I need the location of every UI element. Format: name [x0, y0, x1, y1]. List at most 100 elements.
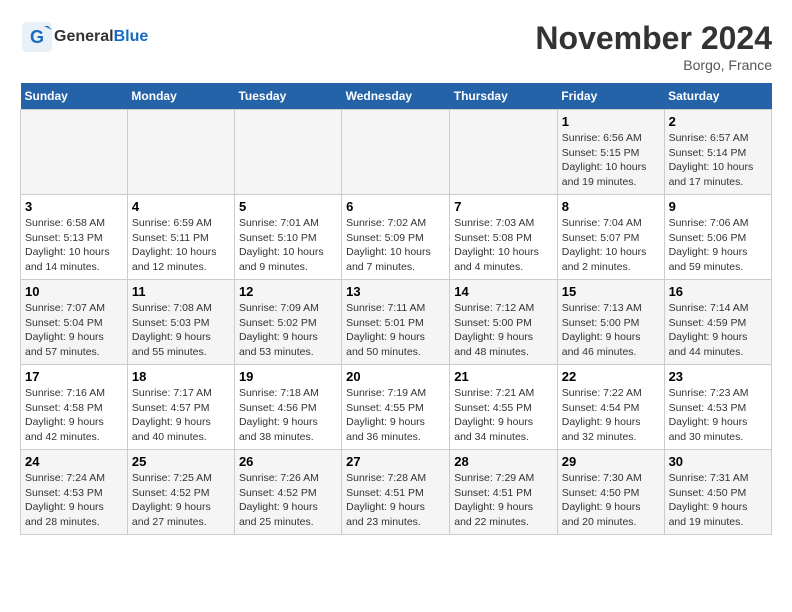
- header-row: SundayMondayTuesdayWednesdayThursdayFrid…: [21, 83, 772, 110]
- day-number: 1: [562, 114, 660, 129]
- calendar-cell: 30 Sunrise: 7:31 AM Sunset: 4:50 PM Dayli…: [664, 450, 771, 535]
- calendar-table: SundayMondayTuesdayWednesdayThursdayFrid…: [20, 83, 772, 535]
- calendar-cell: 12 Sunrise: 7:09 AM Sunset: 5:02 PM Dayli…: [234, 280, 341, 365]
- day-info: Sunrise: 7:24 AM Sunset: 4:53 PM Dayligh…: [25, 471, 123, 530]
- calendar-cell: 6Sunrise: 7:02 AM Sunset: 5:09 PM Daylig…: [342, 195, 450, 280]
- calendar-cell: 29 Sunrise: 7:30 AM Sunset: 4:50 PM Dayli…: [557, 450, 664, 535]
- calendar-cell: 9Sunrise: 7:06 AM Sunset: 5:06 PM Daylig…: [664, 195, 771, 280]
- day-info: Sunrise: 6:56 AM Sunset: 5:15 PM Dayligh…: [562, 131, 660, 190]
- calendar-cell: 2 Sunrise: 6:57 AM Sunset: 5:14 PM Daylig…: [664, 110, 771, 195]
- calendar-week-row: 10Sunrise: 7:07 AM Sunset: 5:04 PM Dayli…: [21, 280, 772, 365]
- calendar-week-row: 3 Sunrise: 6:58 AM Sunset: 5:13 PM Daylig…: [21, 195, 772, 280]
- calendar-cell: 8 Sunrise: 7:04 AM Sunset: 5:07 PM Daylig…: [557, 195, 664, 280]
- day-info: Sunrise: 7:31 AM Sunset: 4:50 PM Dayligh…: [669, 471, 767, 530]
- day-number: 11: [132, 284, 230, 299]
- calendar-cell: 26 Sunrise: 7:26 AM Sunset: 4:52 PM Dayli…: [234, 450, 341, 535]
- calendar-cell: 27 Sunrise: 7:28 AM Sunset: 4:51 PM Dayli…: [342, 450, 450, 535]
- day-number: 23: [669, 369, 767, 384]
- calendar-cell: 28 Sunrise: 7:29 AM Sunset: 4:51 PM Dayli…: [450, 450, 557, 535]
- day-number: 17: [25, 369, 123, 384]
- calendar-cell: 11Sunrise: 7:08 AM Sunset: 5:03 PM Dayli…: [127, 280, 234, 365]
- day-info: Sunrise: 7:18 AM Sunset: 4:56 PM Dayligh…: [239, 386, 337, 445]
- day-info: Sunrise: 7:06 AM Sunset: 5:06 PM Dayligh…: [669, 216, 767, 275]
- month-title: November 2024: [535, 20, 772, 57]
- day-number: 19: [239, 369, 337, 384]
- day-info: Sunrise: 6:58 AM Sunset: 5:13 PM Dayligh…: [25, 216, 123, 275]
- day-number: 16: [669, 284, 767, 299]
- day-info: Sunrise: 7:25 AM Sunset: 4:52 PM Dayligh…: [132, 471, 230, 530]
- header-day: Friday: [557, 83, 664, 110]
- day-info: Sunrise: 7:16 AM Sunset: 4:58 PM Dayligh…: [25, 386, 123, 445]
- calendar-cell: [450, 110, 557, 195]
- day-number: 30: [669, 454, 767, 469]
- day-number: 8: [562, 199, 660, 214]
- day-number: 14: [454, 284, 552, 299]
- day-info: Sunrise: 7:12 AM Sunset: 5:00 PM Dayligh…: [454, 301, 552, 360]
- page-header: G GeneralBlue November 2024 Borgo, Franc…: [20, 20, 772, 73]
- calendar-cell: 17 Sunrise: 7:16 AM Sunset: 4:58 PM Dayli…: [21, 365, 128, 450]
- day-number: 10: [25, 284, 123, 299]
- calendar-cell: 10Sunrise: 7:07 AM Sunset: 5:04 PM Dayli…: [21, 280, 128, 365]
- day-info: Sunrise: 7:30 AM Sunset: 4:50 PM Dayligh…: [562, 471, 660, 530]
- day-number: 2: [669, 114, 767, 129]
- calendar-cell: [234, 110, 341, 195]
- day-number: 7: [454, 199, 552, 214]
- calendar-cell: 16Sunrise: 7:14 AM Sunset: 4:59 PM Dayli…: [664, 280, 771, 365]
- day-info: Sunrise: 6:57 AM Sunset: 5:14 PM Dayligh…: [669, 131, 767, 190]
- day-info: Sunrise: 7:09 AM Sunset: 5:02 PM Dayligh…: [239, 301, 337, 360]
- svg-text:G: G: [30, 27, 44, 47]
- day-info: Sunrise: 7:23 AM Sunset: 4:53 PM Dayligh…: [669, 386, 767, 445]
- day-number: 22: [562, 369, 660, 384]
- location: Borgo, France: [535, 57, 772, 73]
- calendar-week-row: 24 Sunrise: 7:24 AM Sunset: 4:53 PM Dayli…: [21, 450, 772, 535]
- day-number: 28: [454, 454, 552, 469]
- day-info: Sunrise: 7:03 AM Sunset: 5:08 PM Dayligh…: [454, 216, 552, 275]
- calendar-cell: 22 Sunrise: 7:22 AM Sunset: 4:54 PM Dayli…: [557, 365, 664, 450]
- day-number: 29: [562, 454, 660, 469]
- day-info: Sunrise: 7:13 AM Sunset: 5:00 PM Dayligh…: [562, 301, 660, 360]
- day-number: 21: [454, 369, 552, 384]
- day-info: Sunrise: 7:01 AM Sunset: 5:10 PM Dayligh…: [239, 216, 337, 275]
- day-info: Sunrise: 7:19 AM Sunset: 4:55 PM Dayligh…: [346, 386, 445, 445]
- calendar-cell: 19 Sunrise: 7:18 AM Sunset: 4:56 PM Dayli…: [234, 365, 341, 450]
- calendar-cell: 23 Sunrise: 7:23 AM Sunset: 4:53 PM Dayli…: [664, 365, 771, 450]
- logo-icon: G: [20, 20, 54, 54]
- day-number: 24: [25, 454, 123, 469]
- day-number: 26: [239, 454, 337, 469]
- header-day: Saturday: [664, 83, 771, 110]
- calendar-cell: 4Sunrise: 6:59 AM Sunset: 5:11 PM Daylig…: [127, 195, 234, 280]
- calendar-cell: 14 Sunrise: 7:12 AM Sunset: 5:00 PM Dayli…: [450, 280, 557, 365]
- day-number: 27: [346, 454, 445, 469]
- calendar-cell: 13Sunrise: 7:11 AM Sunset: 5:01 PM Dayli…: [342, 280, 450, 365]
- day-info: Sunrise: 7:26 AM Sunset: 4:52 PM Dayligh…: [239, 471, 337, 530]
- header-day: Sunday: [21, 83, 128, 110]
- header-day: Wednesday: [342, 83, 450, 110]
- day-info: Sunrise: 7:28 AM Sunset: 4:51 PM Dayligh…: [346, 471, 445, 530]
- calendar-cell: 7 Sunrise: 7:03 AM Sunset: 5:08 PM Daylig…: [450, 195, 557, 280]
- header-day: Monday: [127, 83, 234, 110]
- calendar-cell: 18 Sunrise: 7:17 AM Sunset: 4:57 PM Dayli…: [127, 365, 234, 450]
- day-info: Sunrise: 7:29 AM Sunset: 4:51 PM Dayligh…: [454, 471, 552, 530]
- day-number: 4: [132, 199, 230, 214]
- day-number: 5: [239, 199, 337, 214]
- day-info: Sunrise: 7:17 AM Sunset: 4:57 PM Dayligh…: [132, 386, 230, 445]
- day-info: Sunrise: 7:04 AM Sunset: 5:07 PM Dayligh…: [562, 216, 660, 275]
- day-info: Sunrise: 7:21 AM Sunset: 4:55 PM Dayligh…: [454, 386, 552, 445]
- day-number: 12: [239, 284, 337, 299]
- day-number: 18: [132, 369, 230, 384]
- calendar-cell: 3 Sunrise: 6:58 AM Sunset: 5:13 PM Daylig…: [21, 195, 128, 280]
- logo: G GeneralBlue: [20, 20, 148, 54]
- day-number: 6: [346, 199, 445, 214]
- calendar-cell: 5 Sunrise: 7:01 AM Sunset: 5:10 PM Daylig…: [234, 195, 341, 280]
- calendar-cell: 25Sunrise: 7:25 AM Sunset: 4:52 PM Dayli…: [127, 450, 234, 535]
- calendar-cell: [342, 110, 450, 195]
- header-day: Tuesday: [234, 83, 341, 110]
- day-number: 3: [25, 199, 123, 214]
- calendar-cell: 20 Sunrise: 7:19 AM Sunset: 4:55 PM Dayli…: [342, 365, 450, 450]
- day-info: Sunrise: 7:11 AM Sunset: 5:01 PM Dayligh…: [346, 301, 445, 360]
- day-number: 20: [346, 369, 445, 384]
- calendar-cell: 24 Sunrise: 7:24 AM Sunset: 4:53 PM Dayli…: [21, 450, 128, 535]
- day-info: Sunrise: 7:22 AM Sunset: 4:54 PM Dayligh…: [562, 386, 660, 445]
- calendar-cell: [21, 110, 128, 195]
- calendar-cell: [127, 110, 234, 195]
